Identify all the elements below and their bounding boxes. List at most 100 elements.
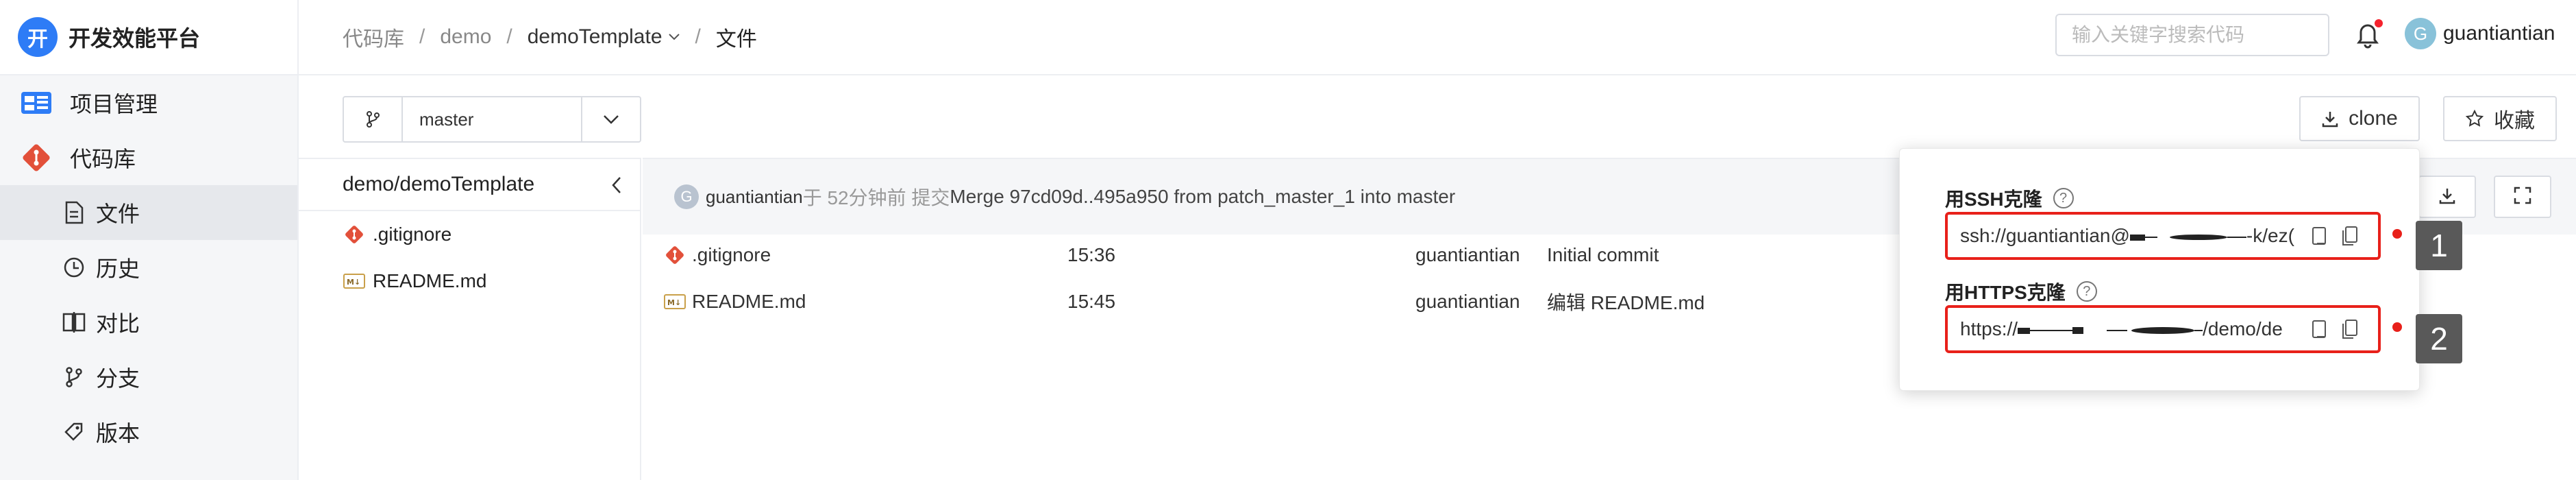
- redaction-mark: [2129, 234, 2246, 241]
- app-title: 开发效能平台: [69, 26, 201, 51]
- sidebar-subitem-files[interactable]: 文件: [0, 185, 297, 240]
- branch-icon: [62, 365, 86, 389]
- breadcrumb-separator: /: [419, 25, 425, 48]
- sidebar-subitem-compare[interactable]: 对比: [0, 295, 297, 350]
- https-url-field[interactable]: https:// /demo/de: [1945, 305, 2381, 353]
- compare-icon: [62, 310, 86, 335]
- file-tree: demo/demoTemplate .gitignore M↓ README.m…: [299, 158, 641, 480]
- annotation-dot: [2392, 322, 2402, 332]
- commit-message[interactable]: Merge 97cd09d..495a950 from patch_master…: [950, 186, 1455, 208]
- clock-icon: [62, 255, 86, 280]
- ssh-title-label: 用SSH克隆: [1945, 189, 2042, 210]
- logo-row[interactable]: 开 开发效能平台: [0, 0, 297, 75]
- clone-popover: 用SSH克隆 ? ssh://guantiantian@ -k/ez( 用HTTP…: [1899, 148, 2420, 391]
- sidebar-subitem-label: 分支: [96, 366, 140, 391]
- chevron-down-icon: [668, 33, 680, 41]
- sidebar-subitem-history[interactable]: 历史: [0, 240, 297, 295]
- breadcrumb-root[interactable]: 代码库: [343, 22, 404, 52]
- copy-icon[interactable]: [2311, 319, 2329, 339]
- git-icon: [343, 223, 366, 246]
- clone-button[interactable]: clone: [2299, 96, 2420, 141]
- sidebar-subitem-label: 文件: [96, 202, 140, 226]
- help-icon[interactable]: ?: [2053, 188, 2074, 208]
- file-icon: [62, 200, 86, 225]
- sidebar-item-projects[interactable]: 项目管理: [0, 75, 297, 130]
- dashboard-icon: [19, 89, 53, 117]
- sidebar-subitem-label: 版本: [96, 421, 140, 446]
- logo-icon: 开: [18, 17, 58, 57]
- branch-icon: [344, 97, 403, 141]
- https-title-label: 用HTTPS克隆: [1945, 282, 2066, 303]
- code-search-input[interactable]: [2055, 14, 2329, 56]
- chevron-left-icon[interactable]: [604, 173, 629, 197]
- file-commit-message[interactable]: 编辑 README.md: [1547, 288, 1705, 315]
- user-menu[interactable]: G guantiantian: [2405, 18, 2555, 49]
- https-url-suffix: /demo/de: [2203, 318, 2283, 339]
- chevron-down-icon[interactable]: [581, 97, 640, 141]
- redaction-mark: [2018, 326, 2203, 334]
- commit-author[interactable]: guantiantian: [706, 187, 803, 208]
- ssh-url-suffix: -k/ez(: [2246, 225, 2294, 246]
- fullscreen-button[interactable]: [2494, 176, 2551, 218]
- help-icon[interactable]: ?: [2076, 281, 2097, 302]
- git-icon: [19, 144, 53, 171]
- svg-text:M↓: M↓: [347, 278, 360, 287]
- tree-item-label: .gitignore: [373, 224, 452, 245]
- copy-clipboard-icon[interactable]: [2341, 226, 2359, 246]
- sidebar-subitem-label: 对比: [96, 311, 140, 336]
- sidebar-item-repos[interactable]: 代码库: [0, 130, 297, 185]
- breadcrumb-group[interactable]: demo: [440, 25, 491, 49]
- ssh-url: ssh://guantiantian@ -k/ez(: [1960, 225, 2303, 247]
- breadcrumb: 代码库 / demo / demoTemplate / 文件: [343, 22, 757, 52]
- branch-name: master: [419, 108, 474, 130]
- download-icon: [2321, 110, 2339, 128]
- copy-icon[interactable]: [2311, 226, 2329, 246]
- ssh-url-prefix: ssh://guantiantian@: [1960, 225, 2130, 246]
- star-icon: [2465, 109, 2484, 128]
- ssh-title: 用SSH克隆 ?: [1945, 184, 2074, 212]
- clone-label: clone: [2349, 107, 2398, 130]
- file-commit-message[interactable]: Initial commit: [1547, 244, 1659, 266]
- tree-header: demo/demoTemplate: [299, 159, 640, 211]
- branch-selector[interactable]: master: [343, 96, 641, 143]
- markdown-icon: M↓: [343, 269, 366, 293]
- file-name-cell[interactable]: .gitignore: [663, 243, 771, 267]
- favorite-label: 收藏: [2494, 110, 2535, 132]
- sidebar-subitem-branches[interactable]: 分支: [0, 350, 297, 405]
- file-author: guantiantian: [1415, 244, 1520, 265]
- breadcrumb-separator: /: [695, 25, 701, 48]
- tree-path: demo/demoTemplate: [343, 173, 535, 195]
- sidebar-subitem-label: 历史: [96, 256, 140, 281]
- download-button[interactable]: [2418, 176, 2476, 218]
- https-url: https:// /demo/de: [1960, 318, 2303, 340]
- sidebar-item-label: 代码库: [70, 147, 136, 171]
- sidebar-subitem-tags[interactable]: 版本: [0, 405, 297, 459]
- username: guantiantian: [2443, 22, 2555, 45]
- markdown-icon: M↓: [663, 290, 686, 313]
- annotation-marker-1: 1: [2416, 221, 2462, 270]
- file-time: 15:36: [1067, 244, 1116, 265]
- notification-badge: [2375, 19, 2383, 27]
- fullscreen-icon: [2514, 187, 2531, 208]
- sidebar: 开 开发效能平台 项目管理 代码库 文件 历史 对比 分支 版本: [0, 0, 299, 480]
- tree-item[interactable]: M↓ README.md: [299, 258, 640, 304]
- file-time: 15:45: [1067, 291, 1116, 312]
- tree-item[interactable]: .gitignore: [299, 211, 640, 258]
- ssh-url-field[interactable]: ssh://guantiantian@ -k/ez(: [1945, 212, 2381, 260]
- annotation-dot: [2392, 229, 2402, 239]
- avatar: G: [2405, 18, 2436, 49]
- repo-name: demoTemplate: [527, 25, 662, 48]
- repo-dropdown[interactable]: demoTemplate: [528, 25, 680, 49]
- breadcrumb-separator: /: [506, 25, 512, 48]
- file-name: .gitignore: [692, 244, 771, 265]
- copy-clipboard-icon[interactable]: [2341, 319, 2359, 339]
- tree-item-label: README.md: [373, 270, 487, 291]
- favorite-button[interactable]: 收藏: [2443, 96, 2557, 141]
- git-icon: [663, 243, 686, 267]
- file-name-cell[interactable]: M↓ README.md: [663, 290, 806, 313]
- https-title: 用HTTPS克隆 ?: [1945, 278, 2097, 305]
- file-author: guantiantian: [1415, 291, 1520, 312]
- download-icon: [2438, 187, 2456, 208]
- annotation-marker-2: 2: [2416, 314, 2462, 363]
- breadcrumb-current: 文件: [715, 28, 757, 51]
